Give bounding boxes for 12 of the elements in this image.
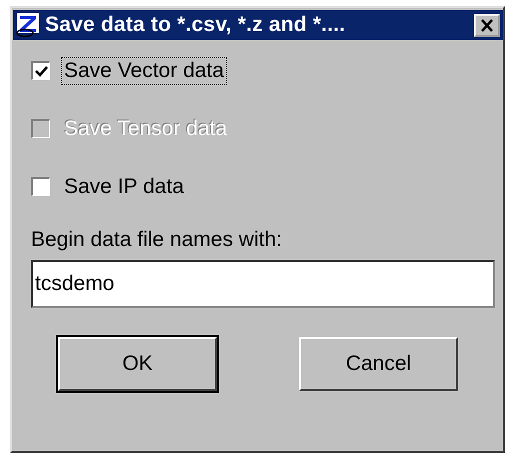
ok-button[interactable]: OK xyxy=(58,337,217,391)
checkbox[interactable] xyxy=(31,61,50,80)
field-label: Begin data file names with: xyxy=(31,228,283,252)
window-title: Save data to *.csv, *.z and *.... xyxy=(45,13,346,37)
close-icon xyxy=(480,18,494,32)
close-button[interactable] xyxy=(474,14,500,36)
app-icon xyxy=(15,12,41,38)
filename-field[interactable]: tcsdemo xyxy=(31,260,495,308)
checkbox[interactable] xyxy=(31,177,50,196)
checkbox-label[interactable]: Save IP data xyxy=(61,172,187,200)
checkbox-label[interactable]: Save Vector data xyxy=(61,56,227,84)
cancel-button[interactable]: Cancel xyxy=(299,337,458,391)
